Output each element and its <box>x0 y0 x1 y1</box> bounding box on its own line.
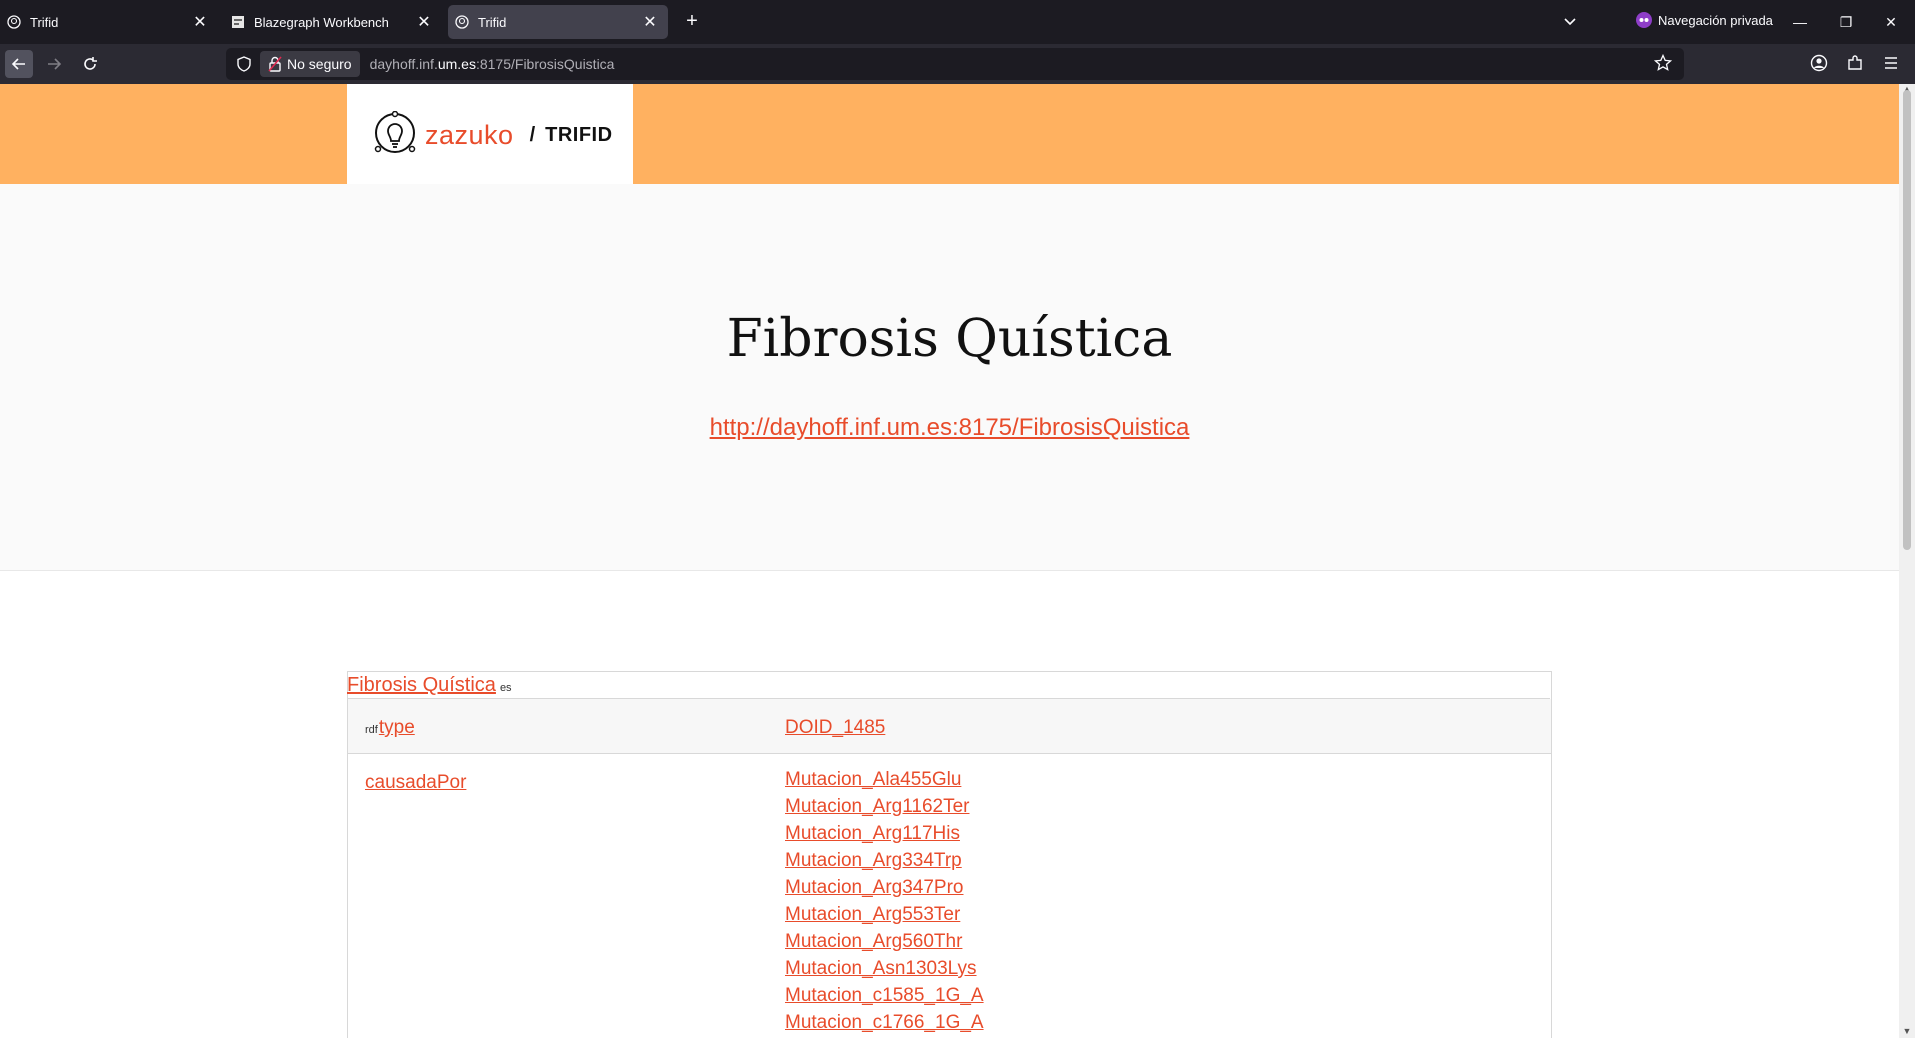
object-link[interactable]: Mutacion_c1585_1G_A <box>785 982 1551 1009</box>
tab-trifid-active[interactable]: Trifid ✕ <box>448 5 668 39</box>
address-bar[interactable]: No seguro dayhoff.inf.um.es:8175/Fibrosi… <box>226 48 1684 80</box>
page-viewport: zazuko / TRIFID Fibrosis Quística http:/… <box>0 84 1899 1038</box>
tab-close-icon[interactable]: ✕ <box>414 12 434 32</box>
bookmark-star-icon[interactable] <box>1653 53 1674 74</box>
forward-button[interactable] <box>40 50 68 78</box>
table-row: rdftype DOID_1485 <box>348 699 1551 754</box>
url-suffix: :8175/FibrosisQuistica <box>475 56 615 72</box>
resource-label-link[interactable]: Fibrosis Quística <box>347 674 496 696</box>
object-link[interactable]: Mutacion_Asn1303Lys <box>785 955 1551 982</box>
tab-title: Blazegraph Workbench <box>254 14 389 30</box>
brand-name: zazuko <box>425 119 514 150</box>
object-cell: Mutacion_Ala455Glu Mutacion_Arg1162Ter M… <box>785 754 1551 1038</box>
site-header: zazuko / TRIFID <box>0 84 1899 186</box>
resource-iri-link[interactable]: http://dayhoff.inf.um.es:8175/FibrosisQu… <box>0 414 1899 442</box>
arrow-left-icon <box>11 58 25 70</box>
zazuko-bulb-icon <box>374 111 416 153</box>
minimize-icon[interactable]: — <box>1780 8 1820 36</box>
product-name: TRIFID <box>545 123 613 146</box>
window-close-icon[interactable]: ✕ <box>1871 8 1911 36</box>
back-button[interactable] <box>5 50 33 78</box>
site-security-button[interactable]: No seguro <box>260 51 360 77</box>
object-link[interactable]: Mutacion_Arg1162Ter <box>785 793 1551 820</box>
account-icon[interactable] <box>1810 54 1830 74</box>
list-all-tabs-icon[interactable] <box>1560 12 1580 32</box>
tab-title: Trifid <box>478 14 507 30</box>
scroll-down-icon[interactable]: ▼ <box>1902 1026 1912 1036</box>
language-tag: es <box>499 682 512 694</box>
security-label: No seguro <box>287 56 352 72</box>
blazegraph-favicon-icon <box>230 14 246 30</box>
tab-strip: Trifid ✕ Blazegraph Workbench ✕ Trifid ✕… <box>0 0 1915 44</box>
hamburger-menu-icon[interactable] <box>1882 54 1902 74</box>
url-prefix: dayhoff.inf. <box>369 56 438 72</box>
table-row: causadaPor Mutacion_Ala455Glu Mutacion_A… <box>348 754 1551 1038</box>
resource-label-caption: Fibrosis Quística es <box>347 672 1550 699</box>
object-link[interactable]: Mutacion_Arg347Pro <box>785 874 1551 901</box>
new-tab-button[interactable]: + <box>680 10 704 34</box>
tab-close-icon[interactable]: ✕ <box>190 12 210 32</box>
page-title: Fibrosis Quística <box>726 309 1173 369</box>
scrollbar-thumb[interactable] <box>1903 90 1911 550</box>
insecure-lock-icon <box>268 56 282 72</box>
tab-blazegraph[interactable]: Blazegraph Workbench ✕ <box>224 5 442 39</box>
object-link[interactable]: Mutacion_Arg560Thr <box>785 928 1551 955</box>
navigation-bar: No seguro dayhoff.inf.um.es:8175/Fibrosi… <box>0 44 1915 84</box>
object-link[interactable]: Mutacion_Arg553Ter <box>785 901 1551 928</box>
predicate-link[interactable]: causadaPor <box>365 772 466 793</box>
resource-table: Fibrosis Quística es rdftype DOID_1485 ca… <box>347 671 1552 1038</box>
reload-icon <box>84 57 97 70</box>
tracking-protection-shield-icon[interactable] <box>234 54 254 74</box>
object-link[interactable]: Mutacion_Ala455Glu <box>785 766 1551 793</box>
object-cell: DOID_1485 <box>785 699 1551 753</box>
tab-trifid-1[interactable]: Trifid ✕ <box>0 5 218 39</box>
url-domain: um.es <box>437 56 476 72</box>
predicate-prefix: rdf <box>365 724 378 736</box>
object-link[interactable]: Mutacion_Arg117His <box>785 820 1551 847</box>
reload-button[interactable] <box>76 50 104 78</box>
private-browsing-indicator: Navegación privada <box>1636 12 1773 28</box>
object-link[interactable]: Mutacion_Arg334Trp <box>785 847 1551 874</box>
extensions-puzzle-icon[interactable] <box>1846 54 1866 74</box>
private-mask-icon <box>1636 12 1652 28</box>
brand-separator: / <box>529 123 536 146</box>
object-link[interactable]: Mutacion_c1766_1G_A <box>785 1009 1551 1036</box>
page-scrollbar[interactable]: ▲ ▼ <box>1899 84 1915 1038</box>
url-text[interactable]: dayhoff.inf.um.es:8175/FibrosisQuistica <box>370 56 615 72</box>
predicate-cell: rdftype <box>348 699 785 753</box>
trifid-favicon-icon <box>6 14 22 30</box>
tab-title: Trifid <box>30 14 59 30</box>
predicate-cell: causadaPor <box>348 754 785 1038</box>
resource-hero: Fibrosis Quística http://dayhoff.inf.um.… <box>0 184 1899 571</box>
restore-icon[interactable]: ❐ <box>1826 8 1866 36</box>
arrow-right-icon <box>48 58 62 70</box>
trifid-favicon-icon <box>454 14 470 30</box>
object-link[interactable]: DOID_1485 <box>785 717 885 738</box>
site-logo[interactable]: zazuko / TRIFID <box>347 84 633 186</box>
predicate-link[interactable]: type <box>379 717 415 738</box>
tab-close-icon[interactable]: ✕ <box>640 12 660 32</box>
private-label: Navegación privada <box>1658 12 1773 28</box>
